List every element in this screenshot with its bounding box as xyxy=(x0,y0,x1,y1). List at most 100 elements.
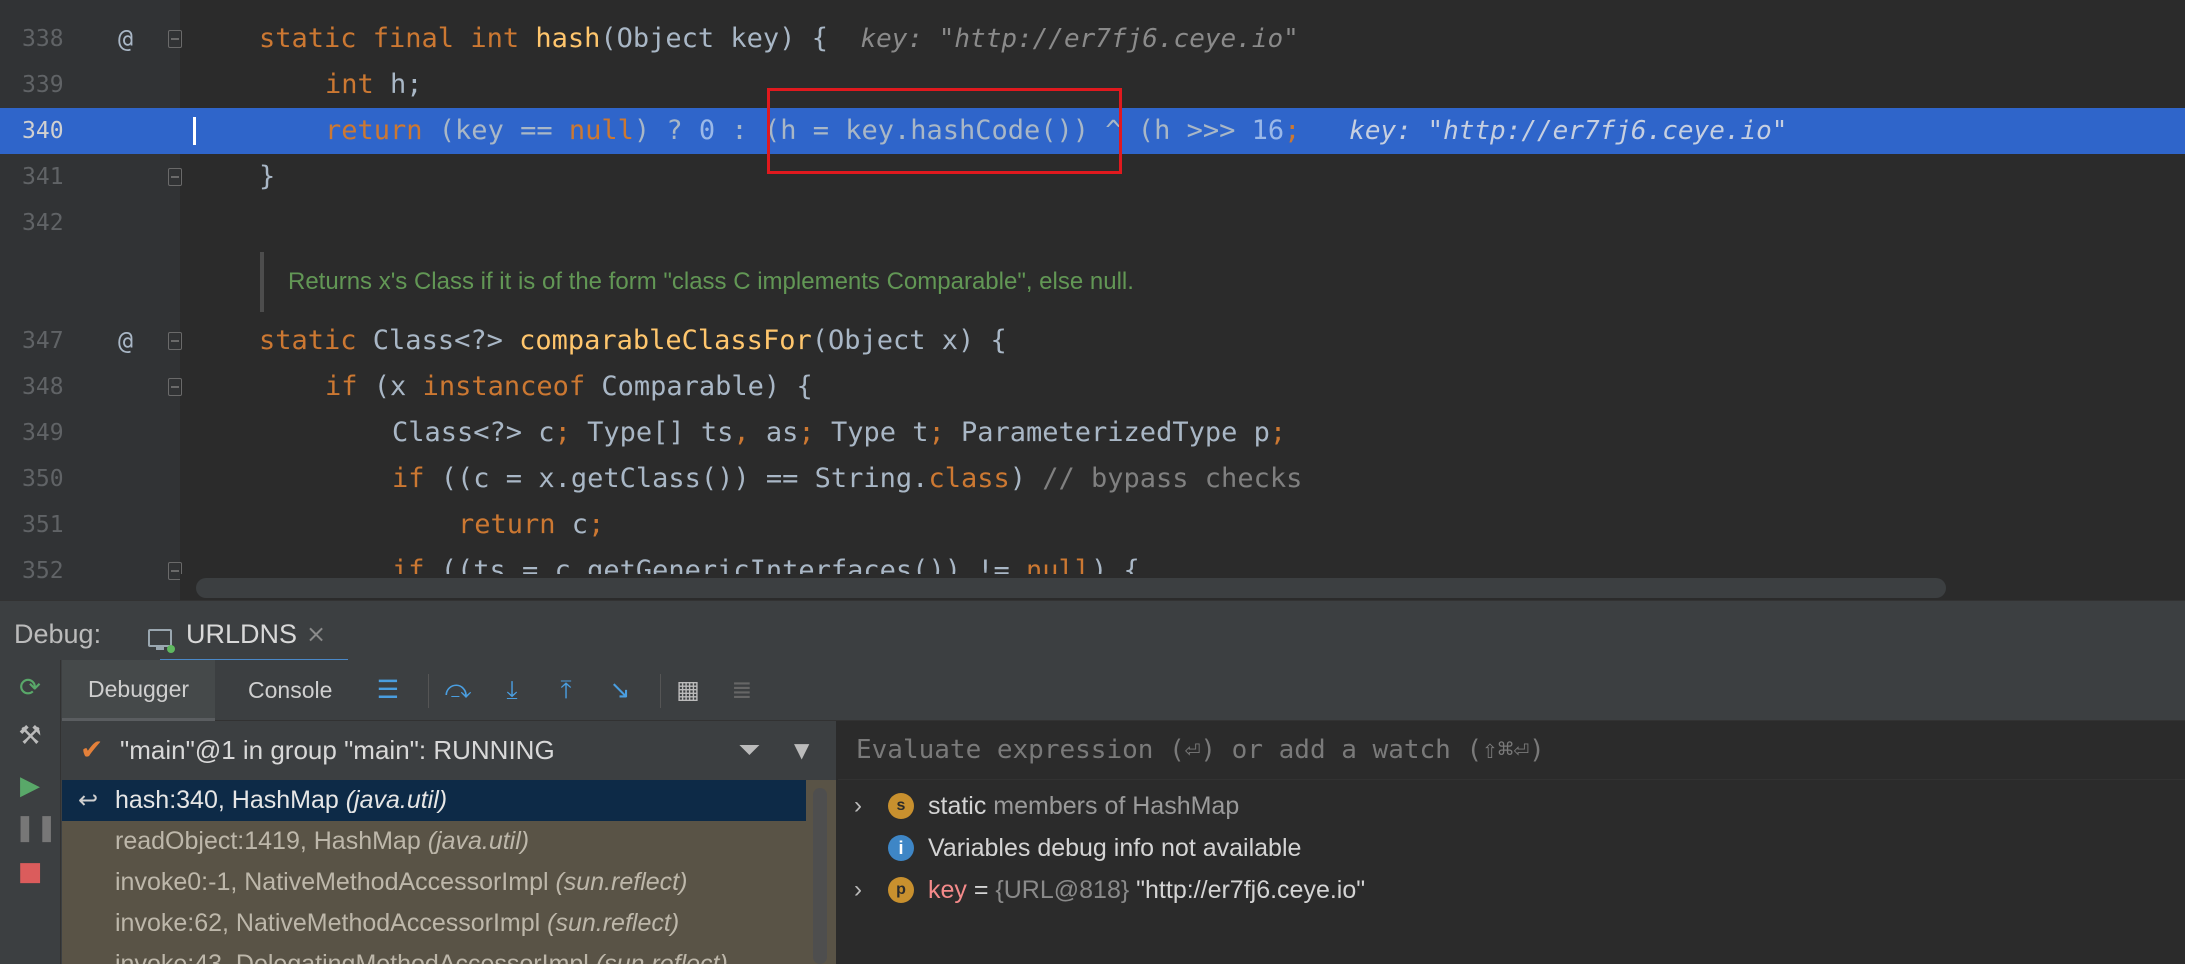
override-marker-icon[interactable]: @ xyxy=(118,16,133,62)
line-number[interactable]: 341 xyxy=(22,154,82,200)
fold-icon[interactable] xyxy=(168,168,182,186)
fold-icon[interactable] xyxy=(168,332,182,350)
line-number[interactable]: 349 xyxy=(22,410,82,456)
rerun-icon[interactable]: ⟳ xyxy=(14,672,46,704)
line-number[interactable]: 348 xyxy=(22,364,82,410)
frame-text: invoke:62, NativeMethodAccessorImpl (sun… xyxy=(115,903,679,944)
code-token: 16 xyxy=(1251,115,1285,146)
chevron-right-icon[interactable]: › xyxy=(854,869,862,911)
code-token: ((c = x.getClass()) == String. xyxy=(440,463,929,494)
code-text: Class<?> c; Type[] ts, as; Type t; Param… xyxy=(392,410,1286,456)
variable-row-key[interactable]: › p key = {URL@818} "http://er7fj6.ceye.… xyxy=(838,869,2185,911)
run-to-cursor-icon[interactable]: ↘ xyxy=(604,674,636,706)
code-token: if xyxy=(392,463,441,494)
info-text: Variables debug info not available xyxy=(928,834,1302,862)
code-token: (x xyxy=(373,371,423,402)
equals-sign: = xyxy=(966,876,996,904)
code-line[interactable]: 342 xyxy=(0,200,2185,246)
evaluate-expression-input[interactable] xyxy=(854,729,2158,771)
close-icon[interactable]: × xyxy=(306,609,326,659)
code-token: Class<?> xyxy=(372,325,520,356)
check-icon: ✔ xyxy=(80,733,104,766)
line-number[interactable]: 342 xyxy=(22,200,82,246)
line-number[interactable]: 340 xyxy=(22,108,82,154)
code-token: , xyxy=(733,417,766,448)
thread-label: "main"@1 in group "main": RUNNING xyxy=(120,735,555,765)
filter-icon[interactable]: ⏷ xyxy=(738,733,760,767)
code-token: return xyxy=(458,509,572,540)
code-token: null xyxy=(568,115,634,146)
code-token: Class<?> c xyxy=(392,417,555,448)
variable-text: static members of HashMap xyxy=(928,785,1239,827)
stack-frame[interactable]: invoke:43, DelegatingMethodAccessorImpl … xyxy=(62,944,806,964)
wrench-icon[interactable]: ⚒ xyxy=(14,720,46,752)
horizontal-scrollbar[interactable] xyxy=(196,578,1946,598)
trace-icon[interactable]: ≣ xyxy=(726,674,758,706)
chevron-right-icon[interactable]: › xyxy=(854,785,862,827)
code-line[interactable]: 351 return c; xyxy=(0,502,2185,548)
code-token: 0 xyxy=(698,115,716,146)
code-line[interactable]: 348 if (x instanceof Comparable) { xyxy=(0,364,2185,410)
step-over-icon[interactable]: ⤼ xyxy=(442,674,474,706)
frame-method: invoke:62, NativeMethodAccessorImpl xyxy=(115,909,548,937)
frame-text: hash:340, HashMap (java.util) xyxy=(115,780,447,821)
thread-selector[interactable]: ✔ "main"@1 in group "main": RUNNING ⏷ ▼ xyxy=(62,721,836,779)
code-token: ; xyxy=(928,417,961,448)
stack-frame[interactable]: invoke:62, NativeMethodAccessorImpl (sun… xyxy=(62,903,806,944)
frame-text: readObject:1419, HashMap (java.util) xyxy=(115,821,529,862)
frame-package: (java.util) xyxy=(345,786,448,814)
step-into-icon[interactable]: ⤓ xyxy=(496,674,528,706)
code-text: if ((c = x.getClass()) == String.class) … xyxy=(392,456,1302,502)
code-token: Type t xyxy=(830,417,929,448)
tab-debugger[interactable]: Debugger xyxy=(62,660,216,722)
stack-frame[interactable]: readObject:1419, HashMap (java.util) xyxy=(62,821,806,862)
frame-package: (java.util) xyxy=(427,827,530,855)
code-line[interactable]: 350 if ((c = x.getClass()) == String.clas… xyxy=(0,456,2185,502)
line-number[interactable]: 350 xyxy=(22,456,82,502)
code-token: // bypass checks xyxy=(1042,463,1303,494)
code-token: (key == xyxy=(438,115,569,146)
parameter-badge-icon: p xyxy=(888,877,914,903)
code-line[interactable]: 338 @ static final int hash(Object key) { … xyxy=(0,16,2185,62)
frames-scrollbar[interactable] xyxy=(813,788,827,964)
frames-list: ↩ hash:340, HashMap (java.util) readObject… xyxy=(62,780,836,964)
code-token: (Object key) { xyxy=(600,23,861,54)
pause-icon[interactable]: ❚❚ xyxy=(14,812,58,844)
code-token: static final int xyxy=(259,23,536,54)
code-token: hash xyxy=(535,23,601,54)
code-token: if xyxy=(325,371,374,402)
line-number[interactable]: 347 xyxy=(22,318,82,364)
code-text: static Class<?> comparableClassFor(Objec… xyxy=(259,318,1007,364)
code-token: comparableClassFor xyxy=(519,325,812,356)
variable-name: key xyxy=(928,876,967,904)
stop-icon[interactable]: ■ xyxy=(14,856,46,888)
code-editor[interactable]: 338 @ static final int hash(Object key) { … xyxy=(0,0,2185,600)
stack-frame[interactable]: ↩ hash:340, HashMap (java.util) xyxy=(62,780,806,821)
fold-icon[interactable] xyxy=(168,378,182,396)
step-out-icon[interactable]: ⤒ xyxy=(550,674,582,706)
evaluate-icon[interactable]: ▦ xyxy=(672,674,704,706)
debug-header: Debug: URLDNS × xyxy=(0,600,2185,663)
override-marker-icon[interactable]: @ xyxy=(118,318,133,364)
stack-frame[interactable]: invoke0:-1, NativeMethodAccessorImpl (su… xyxy=(62,862,806,903)
layout-menu-icon[interactable]: ☰ xyxy=(372,674,404,706)
code-token: (Object x) { xyxy=(811,325,1007,356)
code-token: Type[] ts xyxy=(587,417,734,448)
tab-console[interactable]: Console xyxy=(248,660,332,720)
fold-icon[interactable] xyxy=(168,30,182,48)
variable-row-static[interactable]: › s static members of HashMap xyxy=(838,785,2185,827)
run-config-tab[interactable]: URLDNS × xyxy=(0,609,348,663)
line-number[interactable]: 352 xyxy=(22,548,82,594)
frame-text: invoke:43, DelegatingMethodAccessorImpl … xyxy=(115,944,728,964)
line-number[interactable]: 339 xyxy=(22,62,82,108)
chevron-down-icon[interactable]: ▼ xyxy=(794,733,809,767)
resume-icon[interactable]: ▶ xyxy=(14,770,46,802)
line-number[interactable]: 338 xyxy=(22,16,82,62)
text-caret xyxy=(193,117,196,145)
line-number[interactable]: 351 xyxy=(22,502,82,548)
code-line[interactable]: 347 @ static Class<?> comparableClassFor(O… xyxy=(0,318,2185,364)
code-line[interactable]: 349 Class<?> c; Type[] ts, as; Type t; Pa… xyxy=(0,410,2185,456)
code-text: return c; xyxy=(458,502,604,548)
doc-comment: Returns x's Class if it is of the form "… xyxy=(288,268,1134,295)
